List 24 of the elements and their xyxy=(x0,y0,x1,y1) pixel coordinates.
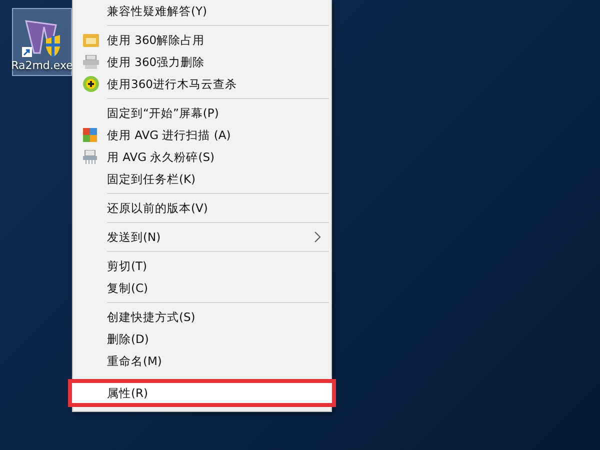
menu-item[interactable]: 用 AVG 永久粉碎(S) xyxy=(73,146,331,168)
menu-item[interactable]: 使用360进行木马云查杀 xyxy=(73,73,331,95)
menu-item[interactable]: 剪切(T) xyxy=(73,255,331,277)
menu-item[interactable]: 使用 360解除占用 xyxy=(73,29,331,51)
menu-item[interactable]: 兼容性疑难解答(Y) xyxy=(73,0,331,22)
plus-circle-icon xyxy=(83,76,99,92)
chevron-right-icon xyxy=(314,231,321,243)
menu-item[interactable]: 复制(C) xyxy=(73,277,331,299)
menu-item[interactable]: 重命名(M) xyxy=(73,350,331,372)
menu-item[interactable]: 使用 360强力删除 xyxy=(73,51,331,73)
menu-item[interactable]: 删除(D) xyxy=(73,328,331,350)
menu-item[interactable]: 发送到(N) xyxy=(73,226,331,248)
menu-item[interactable]: 固定到“开始”屏幕(P) xyxy=(73,102,331,124)
menu-item[interactable]: 还原以前的版本(V) xyxy=(73,197,331,219)
menu-item[interactable]: 固定到任务栏(K) xyxy=(73,168,331,190)
shredder-icon xyxy=(83,150,97,164)
icon-label: Ra2md.exe xyxy=(11,59,73,72)
menu-item[interactable]: 创建快捷方式(S) xyxy=(73,306,331,328)
desktop-shortcut[interactable]: Ra2md.exe xyxy=(12,8,72,76)
folder-icon xyxy=(83,33,99,47)
grid-icon xyxy=(83,128,97,142)
shredder-icon xyxy=(83,55,99,69)
menu-item[interactable]: 使用 AVG 进行扫描 (A) xyxy=(73,124,331,146)
menu-item[interactable]: 属性(R) xyxy=(68,379,336,407)
